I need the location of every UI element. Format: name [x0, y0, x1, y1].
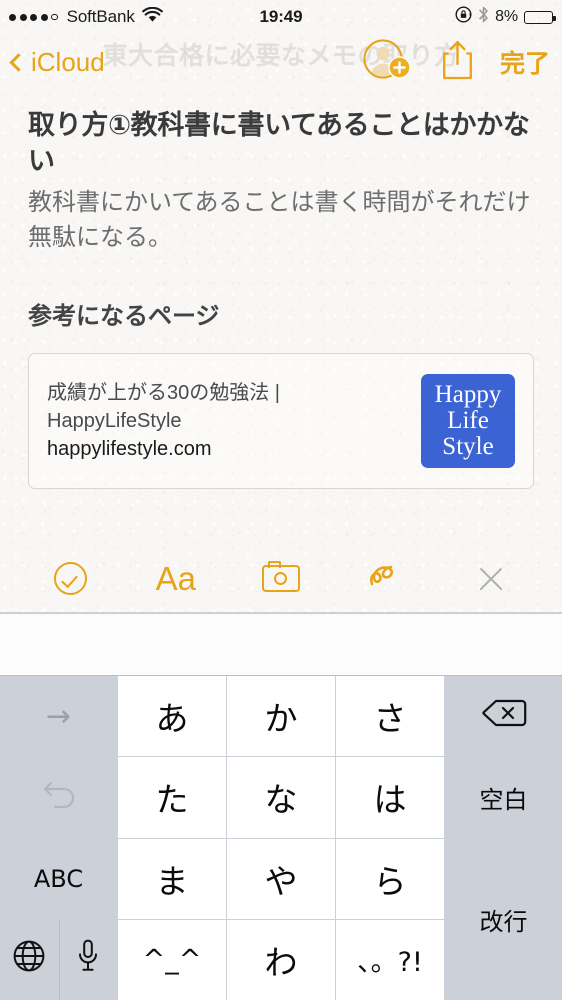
thumbnail-line-1: Happy: [434, 380, 502, 408]
status-bar: SoftBank 19:49 8%: [0, 0, 562, 34]
key-a-row[interactable]: あ: [118, 676, 226, 757]
chevron-left-icon: [9, 52, 28, 72]
rotation-lock-icon: [455, 6, 472, 28]
key-cursor-right[interactable]: →: [0, 676, 117, 757]
key-dictation[interactable]: [58, 919, 117, 1000]
note-subheading: 参考になるページ: [28, 302, 220, 330]
key-globe[interactable]: [0, 919, 59, 1000]
thumbnail-line-2: Life: [447, 406, 489, 434]
close-keyboard-button[interactable]: [463, 556, 519, 602]
status-bar-left: SoftBank: [9, 6, 163, 28]
bluetooth-icon: [478, 6, 489, 28]
undo-icon: [39, 774, 79, 821]
key-punctuation[interactable]: 、。?!: [336, 919, 444, 1000]
link-preview-url: happylifestyle.com: [47, 438, 212, 461]
key-ya-row[interactable]: や: [227, 838, 335, 919]
back-button[interactable]: iCloud: [9, 46, 105, 78]
text-format-icon: Aa: [155, 560, 196, 597]
share-button[interactable]: [441, 39, 474, 86]
delete-icon: [481, 697, 527, 736]
done-button[interactable]: 完了: [500, 44, 550, 80]
camera-icon: [261, 561, 300, 592]
link-preview-title: 成績が上がる30の勉強法 | HappyLifeStyle: [47, 382, 280, 432]
japanese-kana-keyboard: → あ か さ た な は 空白 ABC ま や ら 改行 ^_^ わ 、。?!: [0, 676, 562, 1000]
checklist-icon: [54, 562, 88, 595]
thumbnail-line-3: Style: [442, 432, 494, 460]
key-ka-row[interactable]: か: [227, 676, 335, 757]
note-title: 取り方①教科書に書いてあることはかかない: [28, 110, 530, 176]
note-content-area[interactable]: 取り方①教科書に書いてあることはかかない 教科書にかいてあることは書く時間がそれ…: [0, 90, 562, 545]
key-globe-mic-group: [0, 919, 117, 1000]
key-ta-row[interactable]: た: [118, 757, 226, 838]
carrier-label: SoftBank: [66, 7, 135, 26]
key-ra-row[interactable]: ら: [336, 838, 444, 919]
key-delete[interactable]: [445, 676, 562, 757]
key-ma-row[interactable]: ま: [118, 838, 226, 919]
key-na-row[interactable]: な: [227, 757, 335, 838]
camera-button[interactable]: [253, 556, 309, 602]
microphone-icon: [76, 938, 100, 982]
add-person-button[interactable]: [361, 38, 415, 87]
text-format-button[interactable]: Aa: [148, 556, 204, 602]
signal-strength-icon: [9, 13, 58, 21]
key-sa-row[interactable]: さ: [336, 676, 444, 757]
battery-icon: [524, 10, 556, 24]
link-preview-card[interactable]: 成績が上がる30の勉強法 | HappyLifeStyle happylifes…: [28, 352, 534, 489]
status-bar-right: 8%: [455, 6, 556, 28]
navigation-bar-actions: 完了: [361, 38, 550, 87]
back-button-label: iCloud: [31, 46, 105, 77]
close-icon: [476, 564, 506, 594]
link-preview-thumbnail: Happy Life Style: [421, 373, 515, 468]
note-editor-toolbar: Aa: [0, 545, 562, 613]
globe-icon: [12, 939, 46, 981]
key-ha-row[interactable]: は: [336, 757, 444, 838]
note-body-text: 教科書にかいてあることは書く時間がそれだけ無駄になる。: [28, 189, 531, 252]
navigation-bar: 東大合格に必要なメモの取り方 iCloud 完了: [0, 34, 562, 90]
checklist-button[interactable]: [43, 556, 99, 602]
key-space[interactable]: 空白: [445, 757, 562, 838]
sketch-icon: [366, 560, 406, 597]
key-undo[interactable]: [0, 757, 117, 838]
battery-percent-label: 8%: [495, 8, 518, 25]
key-emoticon[interactable]: ^_^: [118, 919, 226, 1000]
key-abc-switch[interactable]: ABC: [0, 838, 117, 919]
arrow-right-icon: →: [45, 698, 72, 734]
link-preview-text: 成績が上がる30の勉強法 | HappyLifeStyle happylifes…: [47, 380, 407, 461]
key-return[interactable]: 改行: [445, 838, 562, 1000]
wifi-icon: [141, 6, 163, 28]
key-wa-row[interactable]: わ: [227, 919, 335, 1000]
input-candidate-bar[interactable]: [0, 613, 562, 676]
sketch-button[interactable]: [358, 556, 414, 602]
